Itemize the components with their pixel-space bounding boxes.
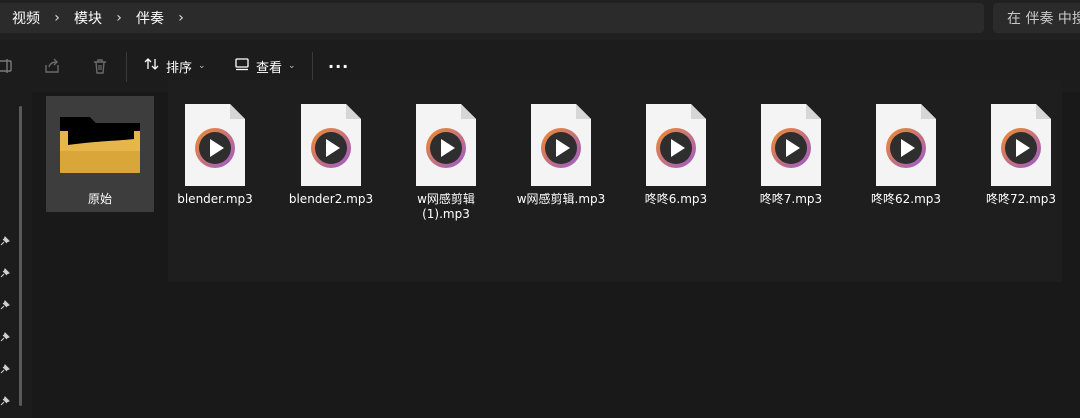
breadcrumb-item-accompaniment[interactable]: 伴奏 — [124, 8, 164, 28]
audio-file-icon — [852, 102, 960, 188]
more-options-button[interactable]: ··· — [328, 54, 349, 78]
audio-file-icon — [967, 102, 1075, 188]
file-item[interactable]: 咚咚72.mp3 — [967, 96, 1075, 236]
pin-icon[interactable] — [0, 364, 10, 374]
view-label: 查看 — [256, 60, 283, 76]
file-item[interactable]: 咚咚7.mp3 — [737, 96, 845, 236]
pin-icon[interactable] — [0, 236, 10, 246]
sort-button[interactable]: 排序 ⌄ — [144, 54, 206, 78]
audio-file-icon — [161, 102, 269, 188]
file-item[interactable]: 咚咚6.mp3 — [622, 96, 730, 236]
file-name: 咚咚7.mp3 — [759, 192, 823, 206]
file-item[interactable]: 咚咚62.mp3 — [852, 96, 960, 236]
file-name: 咚咚72.mp3 — [985, 192, 1057, 206]
file-item[interactable]: w网感剪辑(1).mp3 — [392, 96, 500, 236]
pin-icon[interactable] — [0, 268, 10, 278]
search-placeholder: 在 伴奏 中搜 — [1007, 11, 1080, 27]
file-name: w网感剪辑.mp3 — [516, 192, 606, 206]
nav-scrollbar[interactable] — [19, 106, 22, 406]
chevron-right-icon[interactable]: › — [176, 10, 186, 26]
file-name: 原始 — [87, 192, 112, 206]
share-icon[interactable] — [42, 56, 62, 76]
toolbar-separator — [312, 52, 313, 82]
file-name: w网感剪辑(1).mp3 — [417, 192, 475, 221]
pin-icon[interactable] — [0, 300, 10, 310]
view-button[interactable]: 查看 ⌄ — [234, 54, 296, 78]
file-name: 咚咚6.mp3 — [644, 192, 708, 206]
pin-icon[interactable] — [0, 396, 10, 406]
breadcrumb-item-videos[interactable]: 视频 — [0, 8, 40, 28]
file-name: blender.mp3 — [177, 192, 253, 206]
file-name: blender2.mp3 — [288, 192, 374, 206]
file-item[interactable]: w网感剪辑.mp3 — [507, 96, 615, 236]
navigation-pane — [0, 92, 32, 418]
file-item[interactable]: blender2.mp3 — [277, 96, 385, 236]
pin-icon[interactable] — [0, 332, 10, 342]
file-name: 咚咚62.mp3 — [870, 192, 942, 206]
chevron-down-icon: ⌄ — [288, 61, 296, 71]
audio-file-icon — [507, 102, 615, 188]
search-input[interactable]: 在 伴奏 中搜 — [993, 3, 1080, 33]
sort-icon — [144, 56, 160, 76]
file-item[interactable]: blender.mp3 — [161, 96, 269, 236]
audio-file-icon — [737, 102, 845, 188]
audio-file-icon — [277, 102, 385, 188]
sort-label: 排序 — [166, 60, 193, 76]
address-bar-row: 视频 › 模块 › 伴奏 › 在 伴奏 中搜 — [0, 0, 1080, 40]
breadcrumb-item-modules[interactable]: 模块 — [62, 8, 102, 28]
audio-file-icon — [622, 102, 730, 188]
toolbar-separator — [126, 52, 127, 82]
audio-file-icon — [392, 102, 500, 188]
folder-icon — [46, 102, 154, 188]
folder-item[interactable]: 原始 — [46, 96, 154, 212]
breadcrumb[interactable]: 视频 › 模块 › 伴奏 › — [0, 3, 984, 33]
chevron-down-icon: ⌄ — [198, 61, 206, 71]
chevron-right-icon[interactable]: › — [52, 10, 62, 26]
rename-icon[interactable] — [0, 56, 14, 76]
delete-icon[interactable] — [90, 56, 110, 76]
chevron-right-icon[interactable]: › — [114, 10, 124, 26]
view-icon — [234, 56, 250, 76]
